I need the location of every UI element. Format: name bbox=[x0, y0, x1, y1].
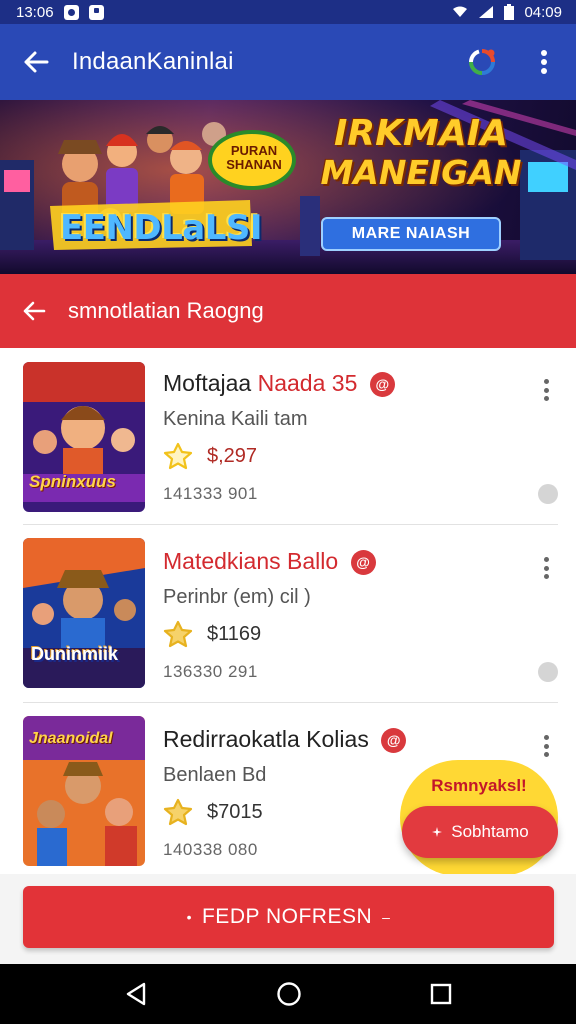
more-options-button[interactable] bbox=[524, 42, 564, 82]
status-right: 04:09 bbox=[452, 4, 562, 21]
price-row: $7015 bbox=[163, 798, 263, 826]
section-back-button[interactable] bbox=[0, 300, 68, 322]
item-status-dot[interactable] bbox=[538, 662, 558, 682]
floating-action-label: Sobhtamo bbox=[451, 822, 529, 841]
item-price: $,297 bbox=[207, 444, 258, 467]
thumbnail-art bbox=[23, 538, 145, 688]
list-item[interactable]: Spninxuus Moftajaa Naada 35 @ Kenina Kai… bbox=[0, 348, 576, 524]
banner-headline-line2: MANEIGAN bbox=[320, 153, 522, 192]
price-row: $1169 bbox=[163, 620, 261, 648]
star-icon bbox=[163, 620, 193, 648]
divider bbox=[23, 702, 558, 703]
arrow-left-icon bbox=[23, 301, 46, 321]
star-icon bbox=[163, 442, 193, 470]
status-bar: 13:06 04:09 bbox=[0, 0, 576, 24]
signal-icon bbox=[479, 6, 494, 18]
app-title: IndaanKaninlai bbox=[72, 48, 234, 75]
bottom-cta-label: FEDP NOFRESN bbox=[201, 905, 373, 928]
item-price: $7015 bbox=[207, 800, 263, 823]
cta-right-dash: – bbox=[382, 909, 391, 925]
banner-badge-text: PURAN SHANAN bbox=[226, 143, 282, 173]
item-more-button[interactable] bbox=[536, 554, 556, 582]
floating-action-button[interactable]: Sobhtamo bbox=[402, 806, 558, 858]
thumbnail-text: Spninxuus bbox=[29, 472, 116, 491]
item-title: Matedkians Ballo @ bbox=[163, 548, 376, 576]
item-title-main: Matedkians Ballo bbox=[163, 548, 339, 574]
thumbnail-text: Duninmiik bbox=[31, 644, 119, 664]
floating-promo-label: Rsmnyaksl! bbox=[431, 776, 527, 795]
item-badge: @ bbox=[350, 550, 376, 576]
thumbnail-text: Jnaanoidal bbox=[29, 730, 113, 747]
list-item[interactable]: Duninmiik Matedkians Ballo @ Perinbr (em… bbox=[0, 526, 576, 702]
star-icon bbox=[163, 798, 193, 826]
battery-icon bbox=[504, 4, 515, 20]
nav-home-icon[interactable] bbox=[276, 981, 302, 1007]
item-badge: @ bbox=[369, 372, 395, 398]
sparkle-icon bbox=[432, 827, 443, 837]
banner-logo-text: EENDLaLSI bbox=[60, 208, 263, 248]
item-title-main: Redirraokatla Kolias bbox=[163, 726, 369, 752]
sync-button[interactable] bbox=[462, 42, 502, 82]
status-time-right: 04:09 bbox=[524, 3, 562, 21]
lock-notification-icon bbox=[88, 4, 104, 20]
game-thumbnail[interactable]: Duninmiik bbox=[23, 538, 145, 688]
cta-left-dot: • bbox=[186, 909, 192, 925]
item-subtitle: Perinbr (em) cil ) bbox=[163, 586, 311, 608]
section-title: smnotlatian Raogng bbox=[68, 298, 264, 323]
nav-back-icon[interactable] bbox=[124, 981, 148, 1007]
item-price: $1169 bbox=[207, 622, 262, 645]
system-nav-bar bbox=[0, 964, 576, 1024]
section-header: smnotlatian Raogng bbox=[0, 274, 576, 348]
app-bar: IndaanKaninlai bbox=[0, 24, 576, 100]
item-meta: 136330 291 bbox=[163, 662, 258, 681]
item-title-main: Moftajaa bbox=[163, 370, 252, 396]
loading-ring-icon bbox=[469, 49, 495, 75]
item-status-dot[interactable] bbox=[538, 484, 558, 504]
item-title: Redirraokatla Kolias @ bbox=[163, 726, 407, 754]
item-more-button[interactable] bbox=[536, 376, 556, 404]
more-vertical-icon bbox=[541, 50, 547, 74]
status-left: 13:06 bbox=[16, 4, 104, 21]
item-title: Moftajaa Naada 35 @ bbox=[163, 370, 395, 398]
item-subtitle: Benlaen Bd bbox=[163, 764, 267, 786]
item-title-accent: Naada bbox=[257, 370, 326, 396]
item-badge: @ bbox=[381, 728, 407, 754]
game-thumbnail[interactable]: Jnaanoidal bbox=[23, 716, 145, 866]
game-thumbnail[interactable]: Spninxuus bbox=[23, 362, 145, 512]
wifi-icon bbox=[453, 6, 468, 17]
price-row: $,297 bbox=[163, 442, 257, 470]
divider bbox=[23, 524, 558, 525]
item-meta: 141333 901 bbox=[163, 484, 258, 503]
back-button[interactable] bbox=[0, 24, 72, 100]
banner-headline-line1: IRKMAIA bbox=[334, 113, 508, 154]
nav-recent-icon[interactable] bbox=[430, 983, 452, 1005]
status-time-left: 13:06 bbox=[16, 3, 54, 21]
item-more-button[interactable] bbox=[536, 732, 556, 760]
promo-banner[interactable]: PURAN SHANAN EENDLaLSI IRKMAIA MANEIGAN … bbox=[0, 100, 576, 274]
notification-icon bbox=[63, 4, 79, 20]
banner-cta-button[interactable]: MARE NAIASH bbox=[321, 217, 501, 251]
item-subtitle: Kenina Kaili tam bbox=[163, 408, 308, 430]
bottom-cta-button[interactable]: • FEDP NOFRESN – bbox=[23, 886, 554, 948]
item-meta: 140338 080 bbox=[163, 840, 258, 859]
banner-headline: IRKMAIA MANEIGAN bbox=[306, 113, 536, 192]
item-title-tail: 35 bbox=[331, 370, 358, 396]
arrow-left-icon bbox=[24, 51, 49, 73]
